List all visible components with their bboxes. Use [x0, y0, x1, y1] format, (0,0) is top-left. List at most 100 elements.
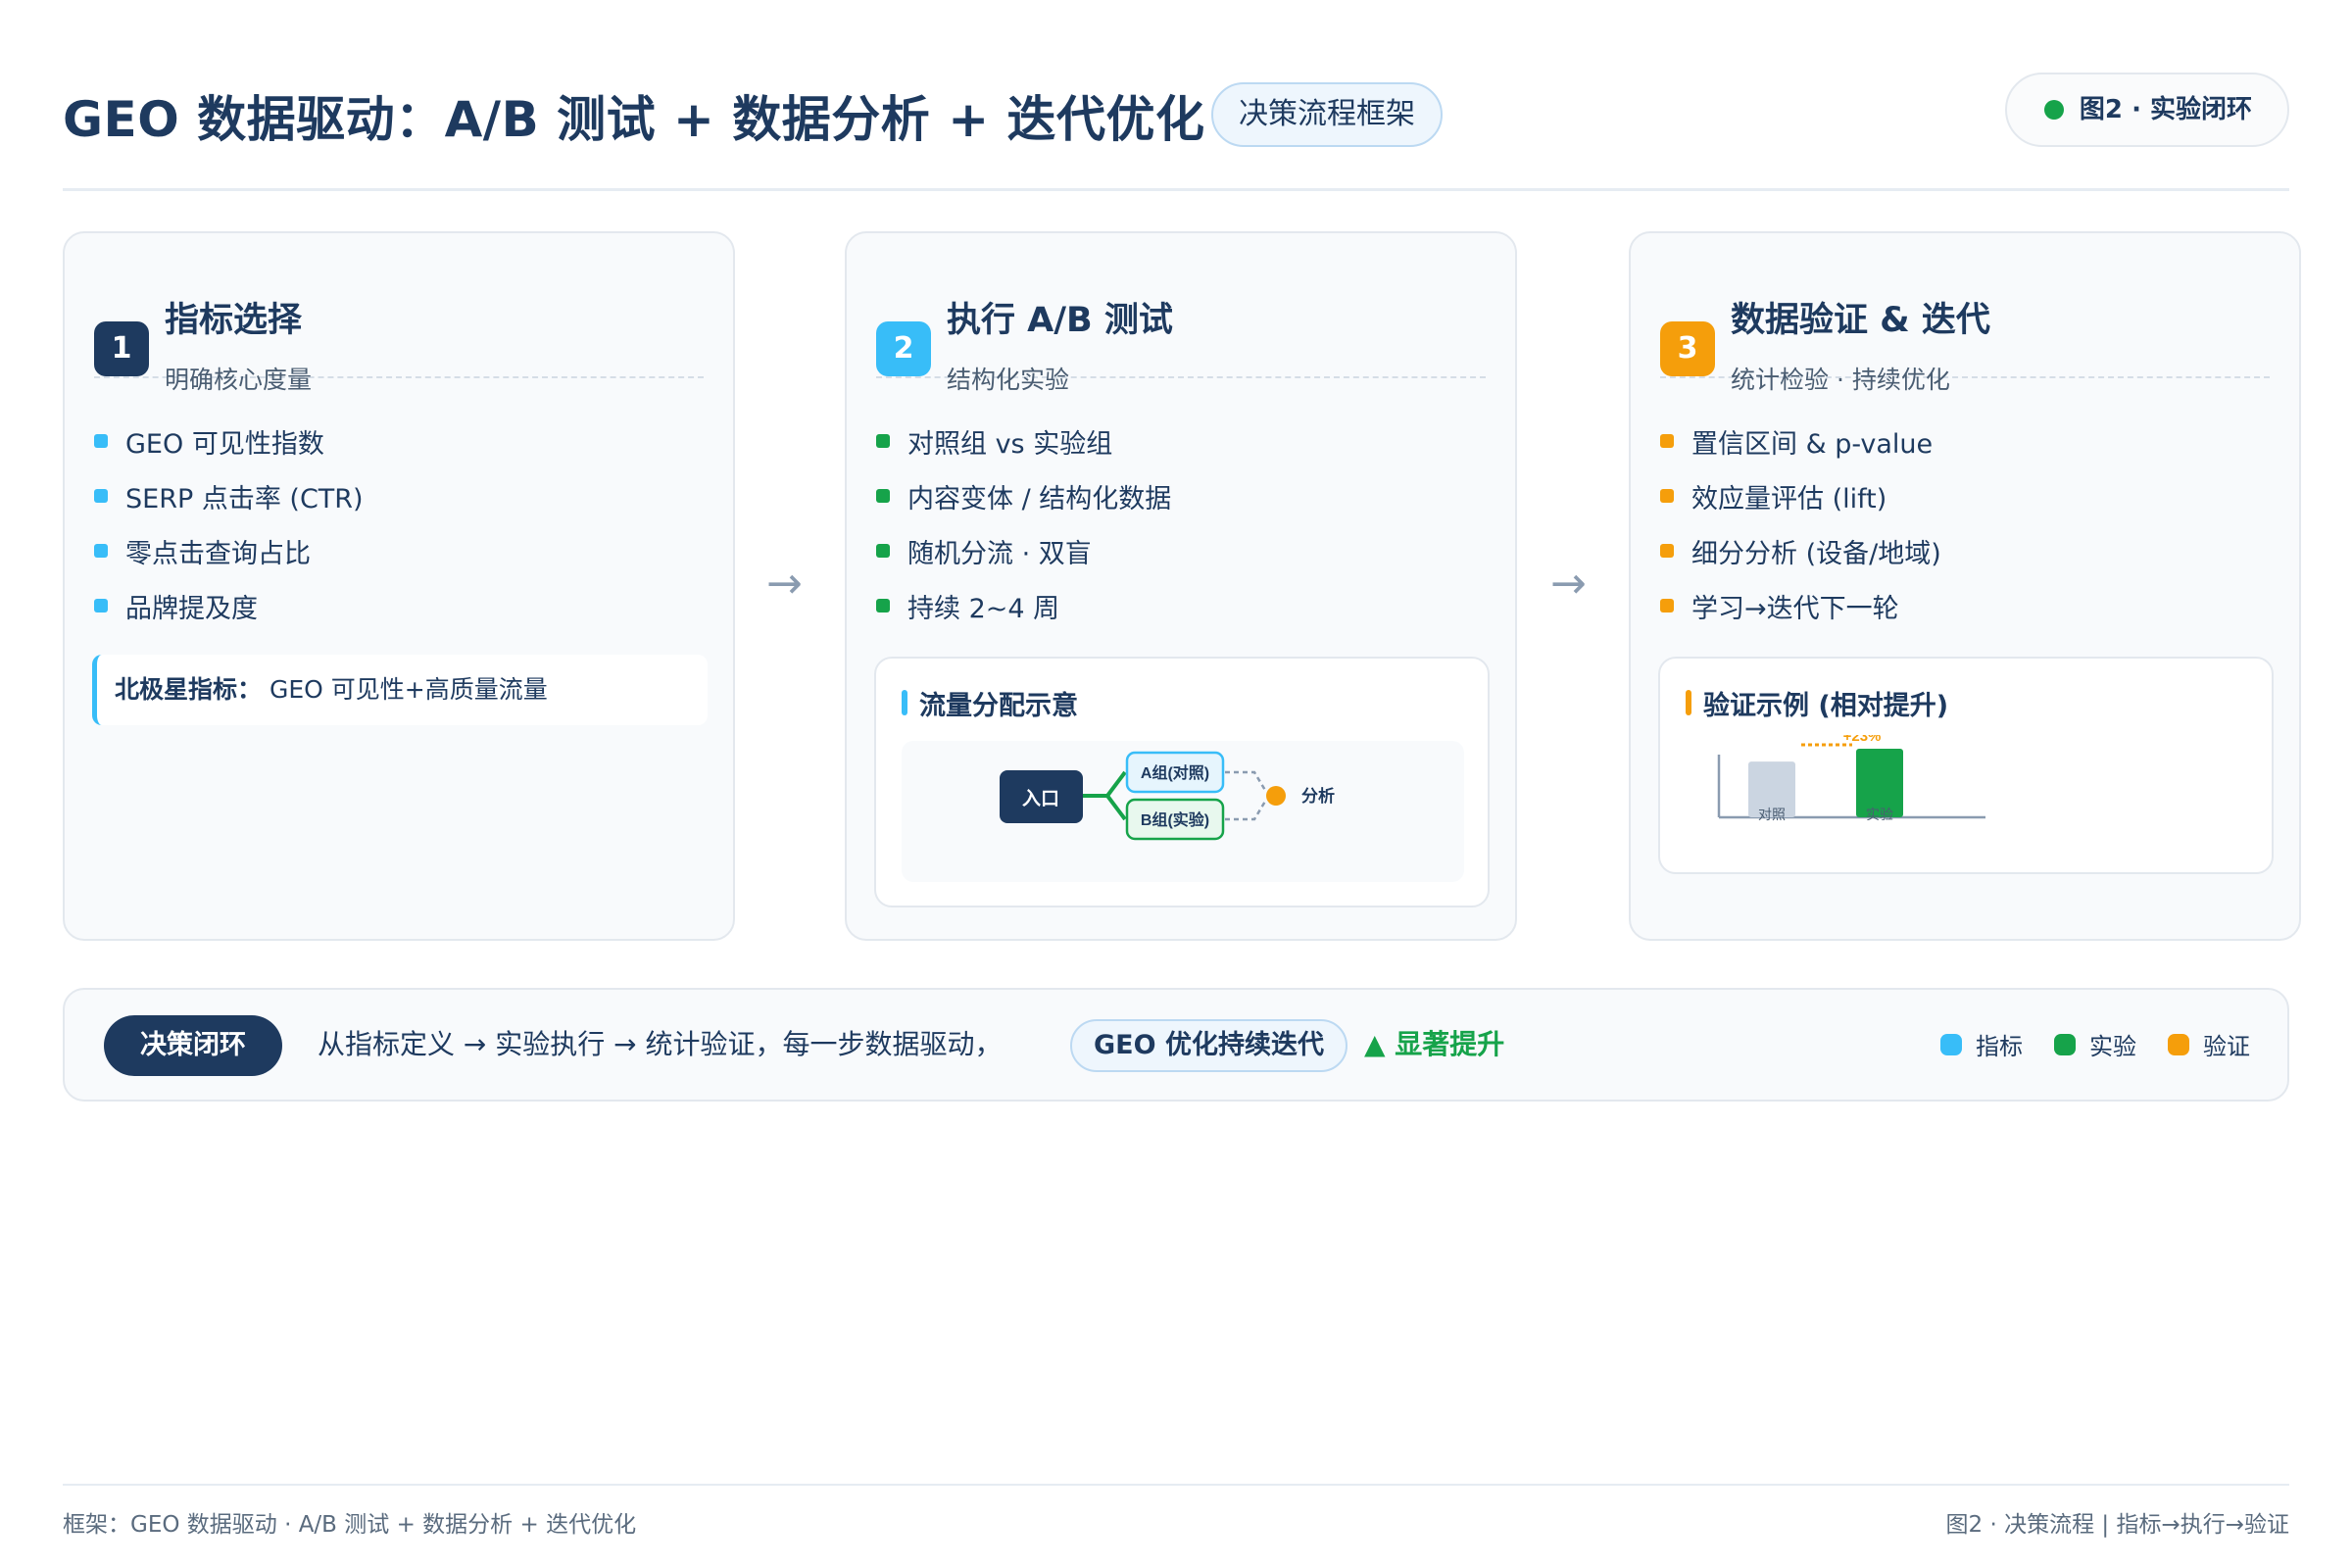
- list-item: 细分分析 (设备/地域): [1660, 523, 1941, 578]
- bullet-square-icon: [876, 489, 890, 503]
- panel-title: 流量分配示意: [902, 684, 1078, 722]
- footer-divider: [63, 1484, 2289, 1486]
- list-item-text: 随机分流 · 双盲: [907, 538, 1092, 569]
- list-item: 效应量评估 (lift): [1660, 468, 1941, 523]
- list-item: 随机分流 · 双盲: [876, 523, 1171, 578]
- decision-loop-description: 从指标定义 → 实验执行 → 统计验证，每一步数据驱动，: [318, 1028, 1003, 1060]
- branch-b-connector: [1105, 794, 1127, 821]
- list-item-text: 持续 2~4 周: [907, 593, 1060, 624]
- legend-swatch-icon: [1940, 1033, 1962, 1055]
- panel-title-text: 验证示例 (相对提升): [1703, 691, 1949, 721]
- footer-caption: 框架：GEO 数据驱动 · A/B 测试 + 数据分析 + 迭代优化: [63, 1512, 637, 1538]
- lift-annotation: +23%: [1843, 735, 1882, 745]
- list-item: 对照组 vs 实验组: [876, 414, 1171, 468]
- group-a-to-analysis-connector: [1225, 770, 1268, 793]
- bullet-square-icon: [94, 544, 108, 558]
- legend-swatch-icon: [2054, 1033, 2076, 1055]
- list-item-text: 内容变体 / 结构化数据: [907, 483, 1172, 514]
- list-item: 学习→迭代下一轮: [1660, 578, 1941, 633]
- legend-label: 验证: [2203, 1033, 2250, 1060]
- decision-loop-pill: 决策闭环: [104, 1015, 282, 1076]
- card-validation-iteration: 3 数据验证 & 迭代 统计检验 · 持续优化 置信区间 & p-value 效…: [1629, 231, 2301, 941]
- branch-a-connector: [1105, 770, 1127, 798]
- card-header: 3 数据验证 & 迭代 统计检验 · 持续优化: [1660, 270, 2270, 394]
- lift-bar-chart: 对照 实验 +23%: [1717, 735, 1985, 822]
- flow-diagram-area: 入口 A组(对照) B组(实验) 分析: [902, 741, 1464, 882]
- card-subtitle: 结构化实验: [947, 366, 1070, 394]
- geo-iteration-pill: GEO 优化持续迭代: [1070, 1019, 1348, 1072]
- bullet-square-icon: [94, 489, 108, 503]
- card-title: 指标选择: [165, 301, 303, 340]
- north-star-callout: 北极星指标： GEO 可见性+高质量流量: [92, 655, 708, 725]
- bullet-list: 置信区间 & p-value 效应量评估 (lift) 细分分析 (设备/地域)…: [1660, 414, 1941, 633]
- header: GEO 数据驱动：A/B 测试 + 数据分析 + 迭代优化 决策流程框架 图2 …: [63, 73, 2289, 161]
- bullet-list: GEO 可见性指数 SERP 点击率 (CTR) 零点击查询占比 品牌提及度: [94, 414, 364, 633]
- figure-pill: 图2 · 实验闭环: [2004, 73, 2289, 147]
- traffic-split-panel: 流量分配示意 入口 A组(对照) B组(实验) 分析: [874, 657, 1490, 907]
- north-star-value: GEO 可见性+高质量流量: [262, 675, 548, 704]
- flow-arrow-icon: →: [766, 559, 803, 609]
- list-item: 持续 2~4 周: [876, 578, 1171, 633]
- card-header: 2 执行 A/B 测试 结构化实验: [876, 270, 1486, 394]
- list-item-text: 效应量评估 (lift): [1691, 483, 1887, 514]
- bullet-square-icon: [1660, 599, 1674, 612]
- validation-chart-panel: 验证示例 (相对提升) 对照 实验 +23%: [1658, 657, 2274, 874]
- group-b-to-analysis-connector: [1225, 799, 1268, 821]
- legend-label: 实验: [2089, 1033, 2136, 1060]
- list-item: 零点击查询占比: [94, 523, 364, 578]
- title-accent-bar: [1686, 690, 1691, 715]
- list-item: GEO 可见性指数: [94, 414, 364, 468]
- step-number-badge: 1: [94, 321, 149, 376]
- decision-loop-bar: 决策闭环 从指标定义 → 实验执行 → 统计验证，每一步数据驱动， GEO 优化…: [63, 988, 2289, 1102]
- entry-node-label: 入口: [1022, 788, 1059, 809]
- bullet-square-icon: [1660, 544, 1674, 558]
- bullet-list: 对照组 vs 实验组 内容变体 / 结构化数据 随机分流 · 双盲 持续 2~4…: [876, 414, 1171, 633]
- legend-item-validation: 验证: [2168, 1027, 2250, 1061]
- list-item: 品牌提及度: [94, 578, 364, 633]
- figure-pill-label: 图2 · 实验闭环: [2079, 95, 2252, 124]
- card-title: 数据验证 & 迭代: [1731, 301, 1990, 340]
- bullet-square-icon: [876, 434, 890, 448]
- panel-title-text: 流量分配示意: [919, 691, 1078, 721]
- list-item: 置信区间 & p-value: [1660, 414, 1941, 468]
- card-subtitle: 明确核心度量: [165, 366, 313, 394]
- traffic-flow-diagram: 入口 A组(对照) B组(实验) 分析: [1000, 751, 1335, 841]
- card-header: 1 指标选择 明确核心度量: [94, 270, 704, 394]
- list-item-text: 品牌提及度: [125, 593, 258, 624]
- panel-title: 验证示例 (相对提升): [1686, 684, 1948, 722]
- list-item-text: 细分分析 (设备/地域): [1691, 538, 1941, 569]
- category-tick-label: 对照: [1758, 807, 1786, 822]
- bullet-square-icon: [876, 544, 890, 558]
- list-item-text: 置信区间 & p-value: [1691, 428, 1934, 460]
- step-number-badge: 2: [876, 321, 931, 376]
- title-accent-bar: [902, 690, 907, 715]
- footer-figure-ref: 图2 · 决策流程 | 指标→执行→验证: [1945, 1512, 2289, 1538]
- step-number-badge: 3: [1660, 321, 1715, 376]
- list-item-text: SERP 点击率 (CTR): [125, 483, 364, 514]
- header-divider: [63, 188, 2289, 191]
- analysis-label: 分析: [1301, 786, 1335, 806]
- card-title: 执行 A/B 测试: [947, 301, 1173, 340]
- bullet-square-icon: [876, 599, 890, 612]
- bullet-square-icon: [1660, 489, 1674, 503]
- significant-lift-label: ▲ 显著提升: [1364, 1028, 1505, 1060]
- bullet-square-icon: [1660, 434, 1674, 448]
- legend-swatch-icon: [2168, 1033, 2189, 1055]
- north-star-label: 北极星指标：: [115, 675, 263, 704]
- card-ab-test: 2 执行 A/B 测试 结构化实验 对照组 vs 实验组 内容变体 / 结构化数…: [845, 231, 1517, 941]
- card-subtitle: 统计检验 · 持续优化: [1731, 366, 1950, 394]
- group-b-label: B组(实验): [1141, 810, 1209, 829]
- list-item-text: 对照组 vs 实验组: [907, 428, 1113, 460]
- card-metric-selection: 1 指标选择 明确核心度量 GEO 可见性指数 SERP 点击率 (CTR) 零…: [63, 231, 735, 941]
- bullet-square-icon: [94, 434, 108, 448]
- list-item-text: 学习→迭代下一轮: [1691, 593, 1899, 624]
- list-item-text: 零点击查询占比: [125, 538, 311, 569]
- page-title: GEO 数据驱动：A/B 测试 + 数据分析 + 迭代优化: [63, 91, 1205, 148]
- bullet-square-icon: [94, 599, 108, 612]
- legend-label: 指标: [1976, 1033, 2023, 1060]
- flow-arrow-icon: →: [1550, 559, 1587, 609]
- legend: 指标 实验 验证: [1940, 1027, 2250, 1061]
- list-item: SERP 点击率 (CTR): [94, 468, 364, 523]
- group-a-label: A组(对照): [1141, 763, 1209, 782]
- legend-item-indicator: 指标: [1940, 1027, 2023, 1061]
